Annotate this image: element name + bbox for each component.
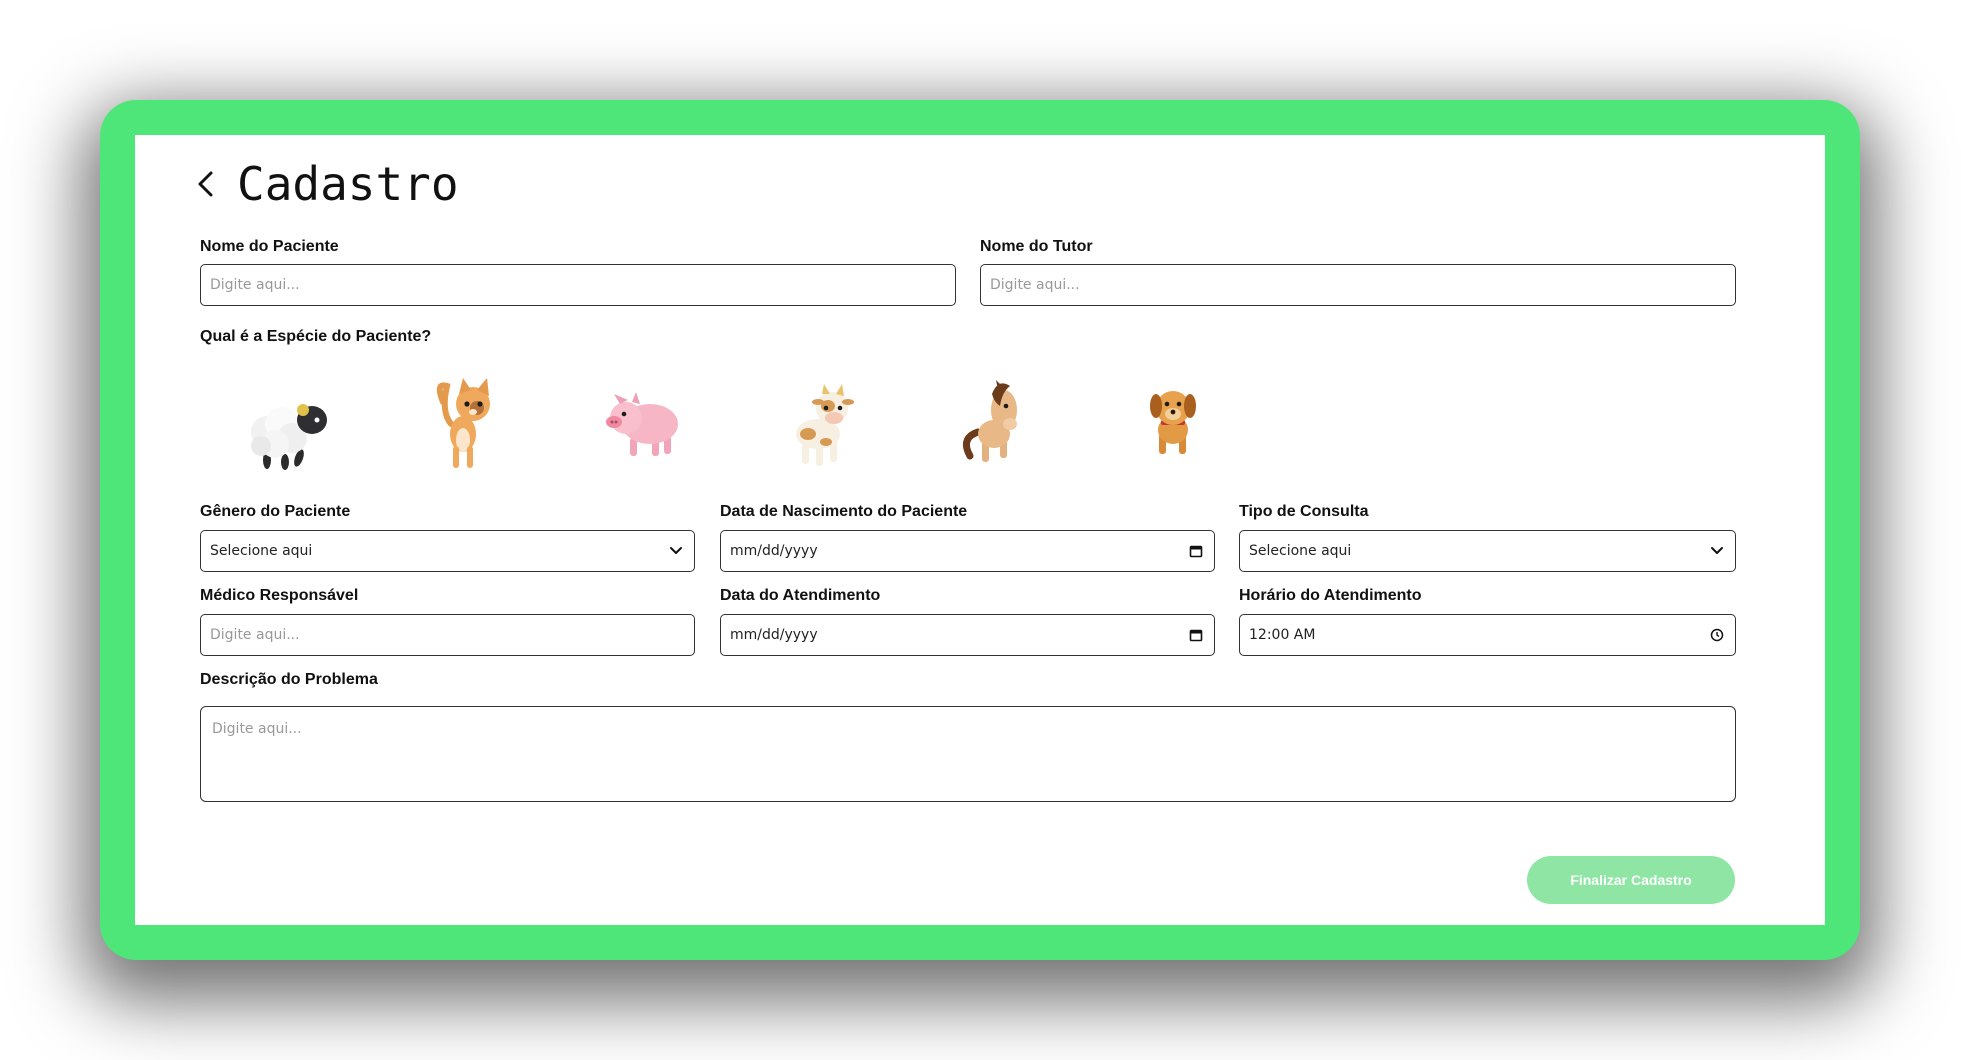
description-label: Descrição do Problema [200, 671, 378, 688]
species-option-pig[interactable] [587, 367, 697, 477]
calendar-icon[interactable] [1187, 626, 1205, 644]
calendar-icon[interactable] [1187, 542, 1205, 560]
consult-type-label: Tipo de Consulta [1239, 503, 1369, 520]
gender-select-value: Selecione aqui [210, 543, 313, 559]
chevron-down-icon [1708, 542, 1726, 560]
description-textarea[interactable] [212, 721, 1724, 787]
appointment-time-value: 12:00 AM [1249, 627, 1316, 643]
tutor-name-field[interactable] [980, 264, 1736, 306]
appointment-time-field[interactable]: 12:00 AM [1239, 614, 1736, 656]
gender-label: Gênero do Paciente [200, 503, 351, 520]
appointment-date-field[interactable]: mm/dd/yyyy [720, 614, 1215, 656]
form-card: Cadastro Nome do Paciente Nome do Tutor … [135, 135, 1825, 925]
species-label: Qual é a Espécie do Paciente? [200, 328, 432, 345]
species-option-cow[interactable] [765, 367, 875, 477]
header: Cadastro [197, 157, 459, 211]
patient-name-label: Nome do Paciente [200, 238, 339, 255]
cat-icon [436, 378, 490, 468]
species-option-cat[interactable] [410, 367, 520, 477]
tutor-name-input[interactable] [990, 277, 1726, 293]
page-title: Cadastro [237, 157, 459, 211]
app-frame: Cadastro Nome do Paciente Nome do Tutor … [100, 100, 1860, 960]
pig-icon [606, 392, 678, 456]
dog-icon [1150, 391, 1196, 454]
gender-select[interactable]: Selecione aqui [200, 530, 695, 572]
chevron-left-icon [198, 171, 213, 197]
consult-type-select[interactable]: Selecione aqui [1239, 530, 1736, 572]
appointment-date-label: Data do Atendimento [720, 587, 881, 604]
birth-date-value: mm/dd/yyyy [730, 543, 818, 559]
doctor-input[interactable] [210, 627, 685, 643]
cow-icon [796, 384, 854, 466]
chevron-down-icon [667, 542, 685, 560]
appointment-date-value: mm/dd/yyyy [730, 627, 818, 643]
appointment-time-label: Horário do Atendimento [1239, 587, 1422, 604]
doctor-label: Médico Responsável [200, 587, 359, 604]
clock-icon[interactable] [1708, 626, 1726, 644]
sheep-icon [251, 404, 327, 470]
species-option-horse[interactable] [943, 367, 1053, 477]
finalize-button[interactable]: Finalizar Cadastro [1527, 856, 1735, 904]
description-field[interactable] [200, 706, 1736, 802]
species-option-sheep[interactable] [232, 367, 342, 477]
patient-name-input[interactable] [210, 277, 946, 293]
patient-name-field[interactable] [200, 264, 956, 306]
birth-date-field[interactable]: mm/dd/yyyy [720, 530, 1215, 572]
tutor-name-label: Nome do Tutor [980, 238, 1093, 255]
doctor-field[interactable] [200, 614, 695, 656]
horse-icon [962, 380, 1017, 462]
species-option-dog[interactable] [1120, 367, 1230, 477]
birth-date-label: Data de Nascimento do Paciente [720, 503, 968, 520]
back-button[interactable] [197, 164, 227, 204]
consult-type-select-value: Selecione aqui [1249, 543, 1352, 559]
